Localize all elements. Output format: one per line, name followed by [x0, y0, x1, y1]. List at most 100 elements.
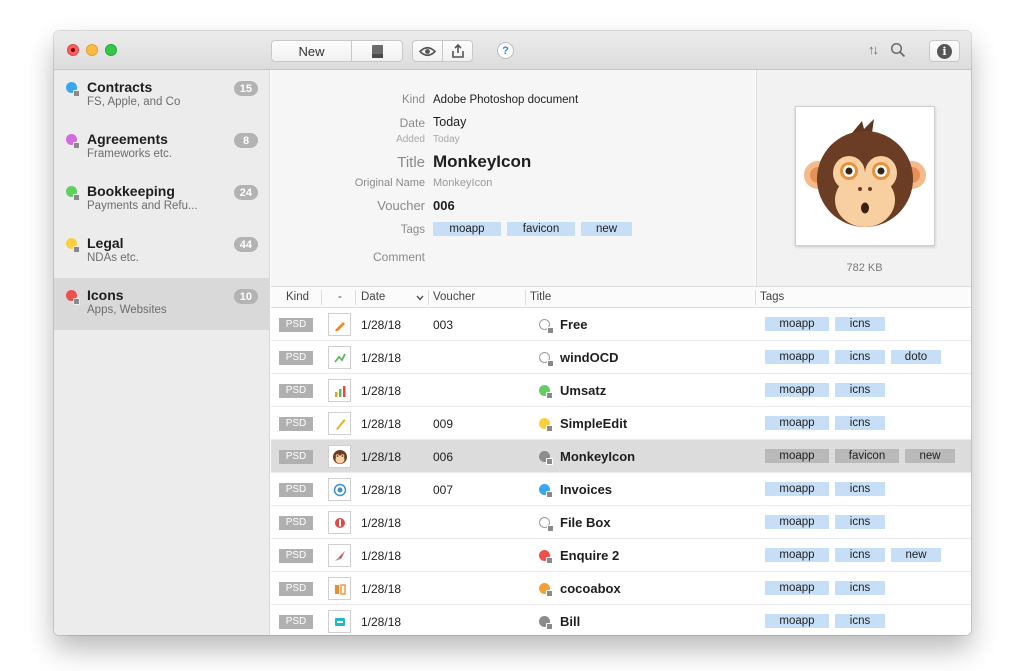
table-row[interactable]: PSD 1/28/18 006 MonkeyIcon moapp favicon… — [271, 440, 971, 473]
file-thumbnail — [328, 478, 351, 501]
column-separator[interactable] — [428, 290, 429, 305]
title-label: Title — [397, 154, 425, 171]
tag[interactable]: favicon — [507, 222, 575, 236]
tag[interactable]: new — [905, 449, 955, 463]
color-dot-icon — [539, 451, 553, 465]
sidebar-item-contracts[interactable]: Contracts FS, Apple, and Co 15 — [54, 70, 270, 122]
column-header-date[interactable]: Date — [361, 291, 385, 303]
quicklook-button[interactable] — [412, 40, 443, 62]
kind-badge: PSD — [279, 351, 313, 365]
voucher-label: Voucher — [377, 198, 425, 213]
title-cell: Umsatz — [560, 383, 607, 398]
sidebar-item-bookkeeping[interactable]: Bookkeeping Payments and Refu... 24 — [54, 174, 270, 226]
column-separator[interactable] — [525, 290, 526, 305]
column-header-voucher[interactable]: Voucher — [433, 291, 475, 303]
voucher-cell: 007 — [433, 483, 454, 497]
tag[interactable]: new — [581, 222, 632, 236]
tag[interactable]: icns — [835, 350, 885, 364]
table-row[interactable]: PSD 1/28/18 cocoabox moapp icns — [271, 572, 971, 605]
tag[interactable]: icns — [835, 383, 885, 397]
title-cell: Invoices — [560, 482, 613, 497]
monkey-icon — [332, 449, 347, 464]
sidebar-item-title: Agreements — [87, 131, 168, 147]
info-button[interactable]: i — [929, 40, 960, 62]
tag[interactable]: moapp — [765, 449, 829, 463]
tag[interactable]: moapp — [765, 383, 829, 397]
kind-badge: PSD — [279, 450, 313, 464]
tag[interactable]: moapp — [765, 350, 829, 364]
sidebar-item-agreements[interactable]: Agreements Frameworks etc. 8 — [54, 122, 270, 174]
column-separator[interactable] — [755, 290, 756, 305]
column-header-kind[interactable]: Kind — [286, 291, 309, 303]
detail-tags[interactable]: moapp favicon new — [433, 222, 632, 236]
table-row[interactable]: PSD 1/28/18 007 Invoices moapp icns — [271, 473, 971, 506]
date-cell: 1/28/18 — [361, 483, 402, 497]
minimize-window-button[interactable] — [86, 44, 98, 56]
sidebar-item-subtitle: FS, Apple, and Co — [87, 96, 181, 108]
tag[interactable]: icns — [835, 317, 885, 331]
tag[interactable]: moapp — [765, 581, 829, 595]
table-row[interactable]: PSD 1/28/18 windOCD moapp icns doto — [271, 341, 971, 374]
title-value[interactable]: MonkeyIcon — [433, 152, 531, 172]
tag[interactable]: favicon — [835, 449, 899, 463]
column-separator[interactable] — [321, 290, 322, 305]
document-icon — [371, 44, 383, 58]
preview-panel: 782 KB — [756, 70, 971, 286]
added-value: Today — [433, 134, 460, 145]
tag[interactable]: icns — [835, 548, 885, 562]
search-icon[interactable] — [890, 42, 906, 58]
toolbar: New ? ↑↓ i — [54, 31, 971, 70]
sidebar-item-subtitle: Frameworks etc. — [87, 148, 172, 160]
count-badge: 10 — [233, 289, 258, 304]
tag[interactable]: icns — [835, 416, 885, 430]
table-row[interactable]: PSD 1/28/18 Bill moapp icns — [271, 605, 971, 635]
tag[interactable]: doto — [891, 350, 941, 364]
sidebar-item-legal[interactable]: Legal NDAs etc. 44 — [54, 226, 270, 278]
tag[interactable]: icns — [835, 581, 885, 595]
preview-thumbnail[interactable] — [795, 106, 935, 246]
date-cell: 1/28/18 — [361, 318, 402, 332]
title-cell: File Box — [560, 515, 611, 530]
count-badge: 15 — [233, 81, 258, 96]
date-cell: 1/28/18 — [361, 450, 402, 464]
table-row[interactable]: PSD 1/28/18 003 Free moapp icns — [271, 308, 971, 341]
column-header-tags[interactable]: Tags — [760, 291, 784, 303]
sidebar-item-icons[interactable]: Icons Apps, Websites 10 — [54, 278, 270, 330]
tag[interactable]: moapp — [765, 482, 829, 496]
tag[interactable]: moapp — [765, 416, 829, 430]
tags-cell: moapp icns doto — [765, 350, 941, 364]
pencil-icon — [334, 321, 345, 331]
document-button[interactable] — [351, 40, 403, 62]
new-button[interactable]: New — [271, 40, 352, 62]
share-button[interactable] — [442, 40, 473, 62]
table-row[interactable]: PSD 1/28/18 File Box moapp icns — [271, 506, 971, 539]
tag[interactable]: moapp — [765, 317, 829, 331]
column-header-icon[interactable]: - — [338, 291, 342, 303]
tag[interactable]: moapp — [433, 222, 501, 236]
help-button[interactable]: ? — [497, 42, 514, 59]
table-row[interactable]: PSD 1/28/18 009 SimpleEdit moapp icns — [271, 407, 971, 440]
title-cell: cocoabox — [560, 581, 621, 596]
date-value[interactable]: Today — [433, 115, 466, 129]
voucher-value[interactable]: 006 — [433, 198, 455, 213]
table-row[interactable]: PSD 1/28/18 Enquire 2 moapp icns new — [271, 539, 971, 572]
tag[interactable]: icns — [835, 614, 885, 628]
bill-icon — [334, 617, 345, 626]
sort-icon[interactable]: ↑↓ — [868, 42, 879, 57]
date-cell: 1/28/18 — [361, 615, 402, 629]
tag[interactable]: icns — [835, 515, 885, 529]
tag[interactable]: new — [891, 548, 941, 562]
column-header-title[interactable]: Title — [530, 291, 551, 303]
file-thumbnail — [328, 346, 351, 369]
column-separator[interactable] — [355, 290, 356, 305]
table-row[interactable]: PSD 1/28/18 Umsatz moapp icns — [271, 374, 971, 407]
tag[interactable]: moapp — [765, 515, 829, 529]
tag[interactable]: icns — [835, 482, 885, 496]
zoom-window-button[interactable] — [105, 44, 117, 56]
chevron-down-icon[interactable] — [416, 295, 424, 301]
kind-value: Adobe Photoshop document — [433, 94, 579, 106]
close-window-button[interactable] — [67, 44, 79, 56]
tags-cell: moapp icns — [765, 581, 885, 595]
tag[interactable]: moapp — [765, 548, 829, 562]
tag[interactable]: moapp — [765, 614, 829, 628]
